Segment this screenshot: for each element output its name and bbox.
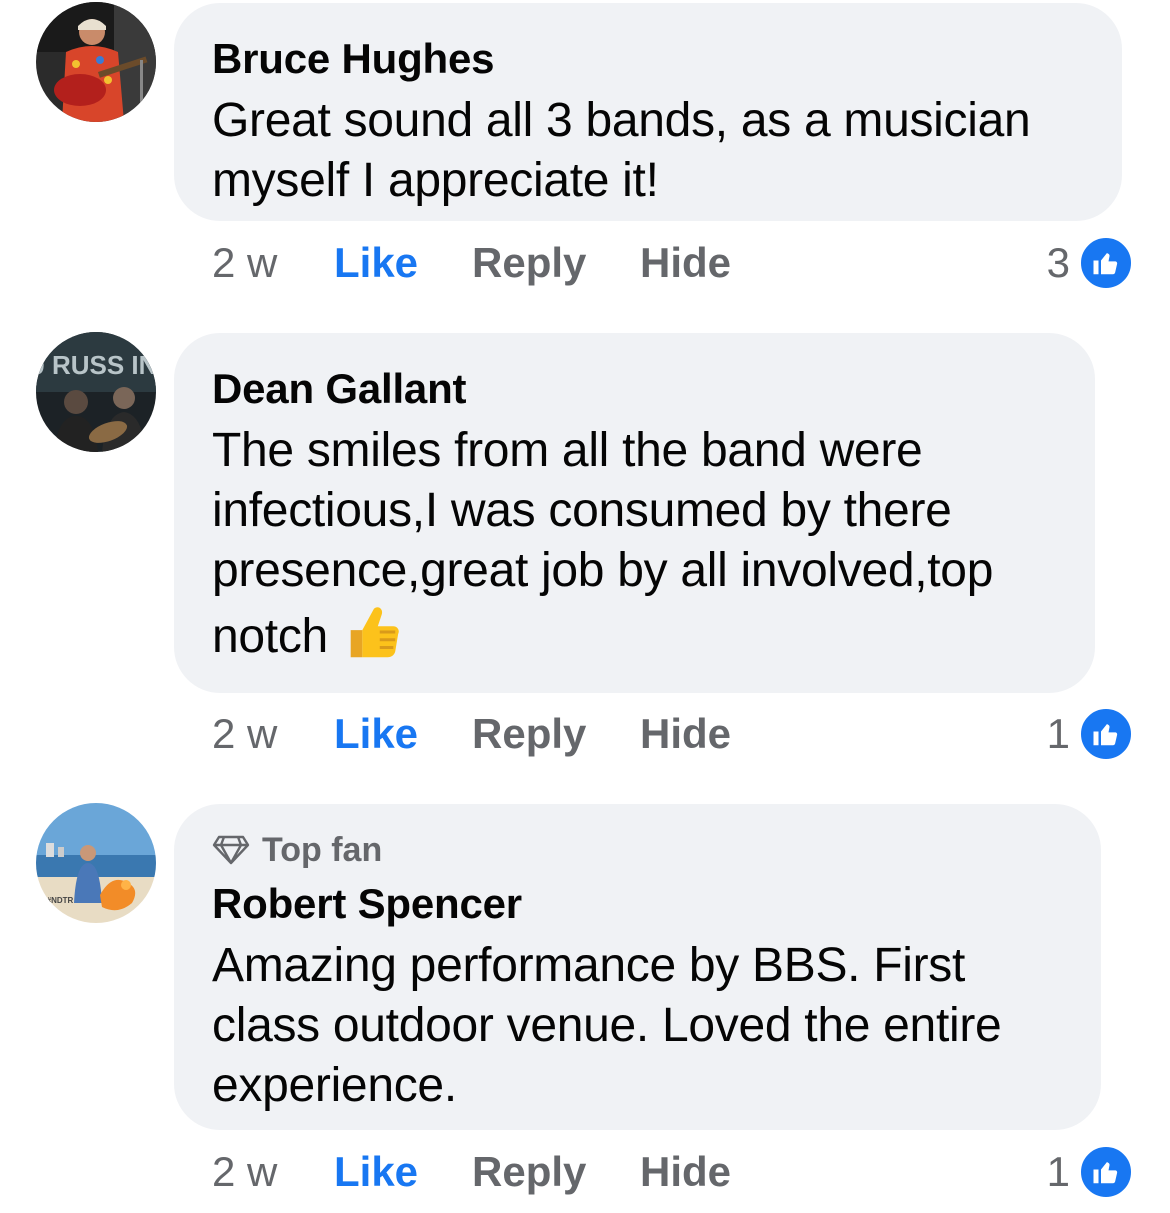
reaction-count: 1	[1046, 710, 1070, 757]
reply-button[interactable]: Reply	[472, 239, 640, 287]
reaction-summary[interactable]: 1	[1047, 704, 1134, 764]
like-button[interactable]: Like	[334, 239, 472, 287]
top-fan-badge: Top fan	[212, 830, 1063, 870]
comment-author[interactable]: Dean Gallant	[212, 363, 1057, 415]
comment-actions: 2 w Like Reply Hide	[212, 233, 731, 293]
avatar[interactable]: #NDTR	[36, 803, 156, 923]
comment-bubble: Dean Gallant The smiles from all the ban…	[174, 333, 1095, 693]
reaction-count: 3	[1046, 239, 1070, 286]
reply-button[interactable]: Reply	[472, 710, 640, 758]
reaction-count: 1	[1046, 1148, 1070, 1195]
comment-actions: 2 w Like Reply Hide	[212, 1142, 731, 1202]
diamond-icon	[212, 835, 250, 865]
comment-timestamp[interactable]: 2 w	[212, 710, 334, 758]
hide-button[interactable]: Hide	[640, 710, 731, 758]
avatar-text: 30 RUSS IND	[36, 350, 156, 380]
thumbs-up-icon	[1078, 1144, 1134, 1200]
thumbs-up-icon	[1078, 235, 1134, 291]
comment-timestamp[interactable]: 2 w	[212, 239, 334, 287]
like-button[interactable]: Like	[334, 1148, 472, 1196]
comment-bubble: Bruce Hughes Great sound all 3 bands, as…	[174, 3, 1122, 221]
comment-actions: 2 w Like Reply Hide	[212, 704, 731, 764]
comment-text-body: The smiles from all the band were infect…	[212, 424, 994, 664]
comment-text: Amazing performance by BBS. First class …	[212, 939, 1002, 1112]
reply-button[interactable]: Reply	[472, 1148, 640, 1196]
comment-timestamp[interactable]: 2 w	[212, 1148, 334, 1196]
hide-button[interactable]: Hide	[640, 239, 731, 287]
comment-bubble: Top fan Robert Spencer Amazing performan…	[174, 804, 1101, 1130]
like-button[interactable]: Like	[334, 710, 472, 758]
reaction-summary[interactable]: 1	[1047, 1142, 1134, 1202]
reaction-summary[interactable]: 3	[1047, 233, 1134, 293]
avatar[interactable]: 30 RUSS IND	[36, 332, 156, 452]
hide-button[interactable]: Hide	[640, 1148, 731, 1196]
comment-text: The smiles from all the band were infect…	[212, 421, 1057, 678]
avatar[interactable]	[36, 2, 156, 122]
comment-author[interactable]: Robert Spencer	[212, 878, 1063, 930]
comment-author[interactable]: Bruce Hughes	[212, 33, 1084, 85]
comment-text: Great sound all 3 bands, as a musician m…	[212, 94, 1031, 207]
thumbs-up-emoji-icon	[341, 601, 403, 678]
avatar-text: #NDTR	[47, 896, 74, 905]
thumbs-up-icon	[1078, 706, 1134, 762]
top-fan-label: Top fan	[262, 831, 383, 869]
